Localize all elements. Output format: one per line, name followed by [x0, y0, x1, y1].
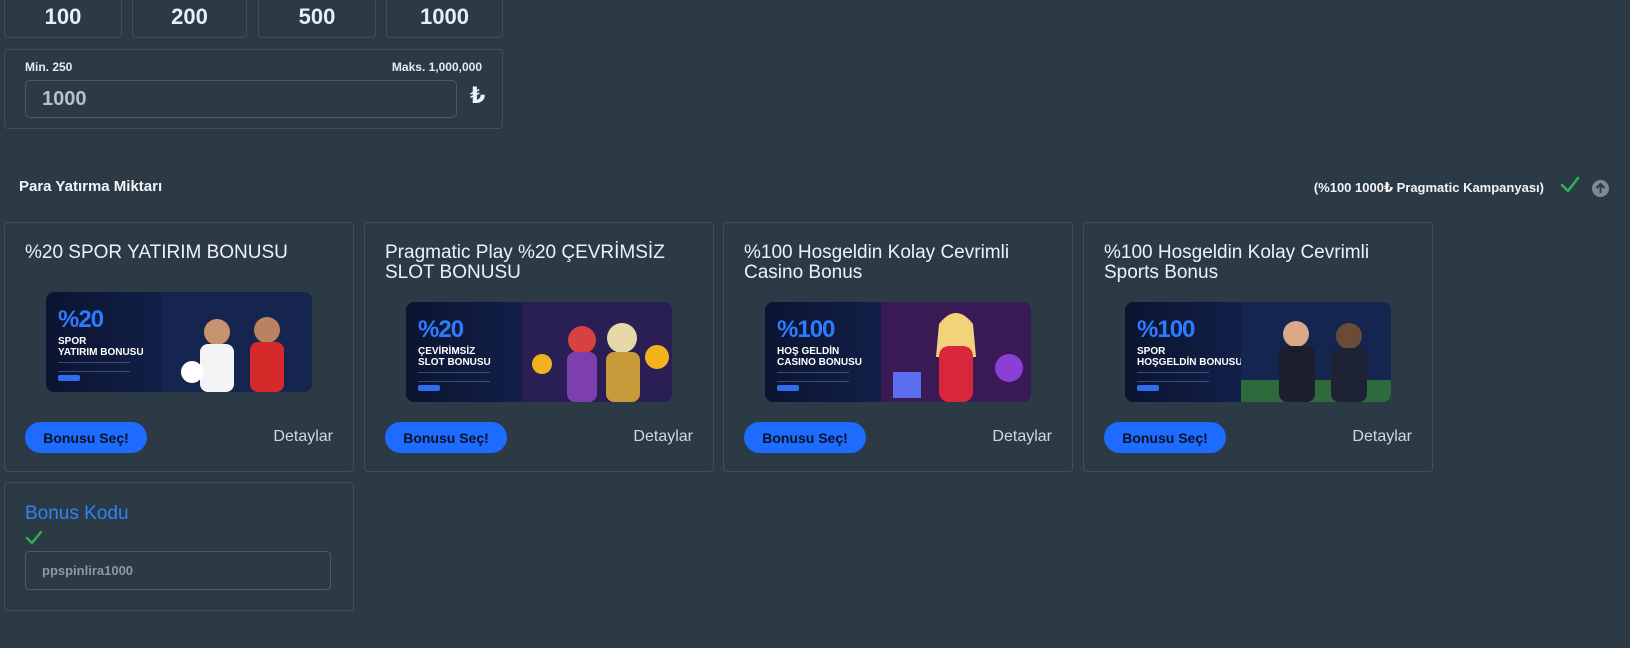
- select-bonus-button[interactable]: Bonusu Seç!: [25, 422, 147, 453]
- banner-percentage: %20: [58, 306, 104, 333]
- bonus-banner-image: %100 SPOR HOŞGELDİN BONUSU: [1125, 302, 1391, 402]
- banner-subtitle: SPOR HOŞGELDİN BONUSU: [1137, 346, 1243, 368]
- amount-input[interactable]: [25, 80, 457, 118]
- bonus-code-panel: Bonus Kodu: [4, 482, 354, 611]
- bonus-card-title: %20 SPOR YATIRIM BONUSU: [25, 242, 288, 263]
- lira-currency-icon: ₺: [470, 83, 486, 108]
- bonus-banner-image: %20 ÇEVİRİMSİZ SLOT BONUSU: [406, 302, 672, 402]
- selected-campaign-label: (%100 1000₺ Pragmatic Kampanyası): [1313, 180, 1544, 195]
- select-bonus-button[interactable]: Bonusu Seç!: [385, 422, 507, 453]
- details-link[interactable]: Detaylar: [633, 428, 693, 446]
- banner-subtitle: ÇEVİRİMSİZ SLOT BONUSU: [418, 346, 491, 368]
- bonus-card-title: Pragmatic Play %20 ÇEVRİMSİZ SLOT BONUSU: [385, 242, 665, 283]
- check-icon: [1560, 176, 1580, 193]
- banner-subtitle: HOŞ GELDİN CASINO BONUSU: [777, 346, 863, 368]
- arrow-up-circle-icon[interactable]: [1592, 180, 1609, 197]
- bonus-card-sport-deposit: %20 SPOR YATIRIM BONUSU %20 SPOR YATIRIM…: [4, 222, 354, 472]
- min-amount-label: Min. 250: [25, 60, 73, 74]
- select-bonus-button[interactable]: Bonusu Seç!: [1104, 422, 1226, 453]
- bonus-banner-image: %20 SPOR YATIRIM BONUSU: [46, 292, 312, 392]
- bonus-card-pragmatic-slot: Pragmatic Play %20 ÇEVRİMSİZ SLOT BONUSU…: [364, 222, 714, 472]
- quick-amount-100[interactable]: 100: [4, 0, 122, 38]
- amount-panel: Min. 250 Maks. 1,000,000 ₺: [4, 49, 503, 129]
- check-icon: [25, 530, 43, 545]
- banner-percentage: %100: [1137, 316, 1195, 343]
- quick-amount-500[interactable]: 500: [258, 0, 376, 38]
- bonus-card-title: %100 Hosgeldin Kolay Cevrimli Casino Bon…: [744, 242, 1010, 283]
- max-amount-label: Maks. 1,000,000: [391, 60, 482, 74]
- bonus-code-title: Bonus Kodu: [25, 503, 129, 524]
- banner-percentage: %100: [777, 316, 835, 343]
- deposit-amount-heading: Para Yatırma Miktarı: [19, 178, 163, 195]
- quick-amount-200[interactable]: 200: [132, 0, 247, 38]
- select-bonus-button[interactable]: Bonusu Seç!: [744, 422, 866, 453]
- bonus-card-sports-welcome: %100 Hosgeldin Kolay Cevrimli Sports Bon…: [1083, 222, 1433, 472]
- details-link[interactable]: Detaylar: [1352, 428, 1412, 446]
- bonus-code-input[interactable]: [25, 551, 331, 590]
- banner-percentage: %20: [418, 316, 464, 343]
- bonus-card-title: %100 Hosgeldin Kolay Cevrimli Sports Bon…: [1104, 242, 1370, 283]
- bonus-banner-image: %100 HOŞ GELDİN CASINO BONUSU: [765, 302, 1031, 402]
- quick-amount-1000[interactable]: 1000: [386, 0, 503, 38]
- bonus-card-casino-welcome: %100 Hosgeldin Kolay Cevrimli Casino Bon…: [723, 222, 1073, 472]
- details-link[interactable]: Detaylar: [992, 428, 1052, 446]
- details-link[interactable]: Detaylar: [273, 428, 333, 446]
- banner-subtitle: SPOR YATIRIM BONUSU: [58, 336, 144, 358]
